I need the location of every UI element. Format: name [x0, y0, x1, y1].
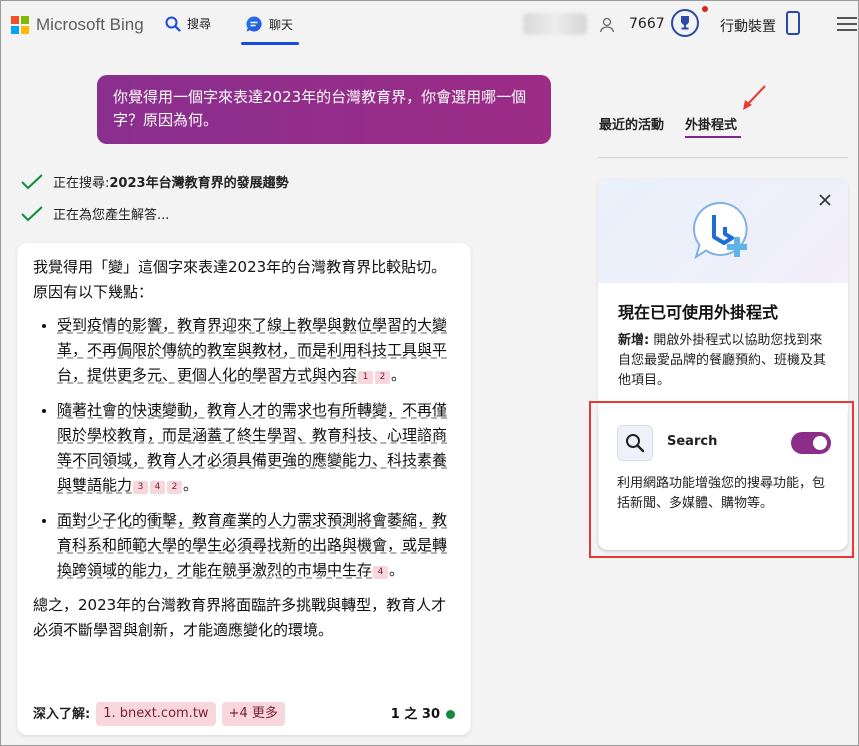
status-searching: 正在搜尋: 2023年台灣教育界的發展趨勢 — [21, 172, 289, 191]
chat-icon — [246, 16, 262, 32]
active-tab-underline — [241, 42, 299, 45]
learn-more-label: 深入了解: — [33, 706, 91, 722]
checkmark-icon — [21, 205, 43, 221]
response-counter-text: 1 之 30 — [390, 706, 440, 722]
tab-plugins-underline — [685, 136, 741, 138]
notification-dot — [702, 6, 708, 12]
answer-bullet-text[interactable]: 面對少子化的衝擊，教育產業的人力需求預測將會萎縮，教育科系和師範大學的學生必須尋… — [57, 511, 447, 579]
plugin-card-title: 現在已可使用外掛程式 — [618, 303, 779, 322]
close-icon[interactable] — [816, 191, 834, 209]
user-icon[interactable] — [599, 17, 615, 33]
user-message-bubble: 你覺得用一個字來表達2023年的台灣教育界，你會選用哪一個字？原因為何。 — [97, 75, 551, 144]
rewards-trophy-icon[interactable] — [671, 9, 699, 37]
citation-badge[interactable]: 3 — [133, 481, 149, 494]
red-highlight-annotation — [589, 401, 854, 558]
blurred-username — [523, 13, 587, 35]
nav-chat-label: 聊天 — [269, 17, 294, 32]
answer-intro: 我覺得用「變」這個字來表達2023年的台灣教育界比較貼切。原因有以下幾點： — [33, 258, 447, 301]
bing-plugin-icon — [693, 201, 748, 260]
citation-badge[interactable]: 4 — [150, 481, 166, 494]
phone-icon[interactable] — [786, 11, 800, 35]
citation-badge[interactable]: 1 — [358, 371, 374, 384]
bing-logo[interactable]: Microsoft Bing — [11, 15, 144, 35]
top-header: Microsoft Bing 搜尋 聊天 7667 行動裝置 — [1, 1, 858, 49]
mobile-link[interactable]: 行動裝置 — [720, 16, 776, 36]
hamburger-menu-icon[interactable] — [837, 17, 857, 35]
plugin-hero-banner — [598, 179, 848, 283]
more-sources-chip[interactable]: +4 更多 — [221, 702, 285, 726]
answer-bullet-list: 受到疫情的影響，教育界迎來了線上教學與數位學習的大變革，不再侷限於傳統的教室與教… — [33, 313, 455, 583]
citation-badge[interactable]: 2 — [375, 371, 391, 384]
answer-bullet-text[interactable]: 隨著社會的快速變動，教育人才的需求也有所轉變，不再僅限於學校教育，而是涵蓋了終生… — [57, 401, 447, 494]
source-link-chip[interactable]: 1. bnext.com.tw — [96, 702, 216, 726]
list-item: 隨著社會的快速變動，教育人才的需求也有所轉變，不再僅限於學校教育，而是涵蓋了終生… — [57, 398, 455, 498]
red-arrow-annotation-icon — [743, 85, 766, 110]
brand-name: Microsoft Bing — [36, 15, 144, 34]
answer-summary: 總之，2023年的台灣教育界將面臨許多挑戰與轉型，教育人才必須不斷學習與創新，才… — [33, 596, 447, 639]
response-counter: 1 之 30 — [391, 702, 455, 727]
citation-badge[interactable]: 2 — [167, 481, 183, 494]
citation-badge[interactable]: 4 — [373, 566, 389, 579]
search-icon — [165, 16, 181, 32]
nav-search-tab[interactable]: 搜尋 — [165, 15, 211, 32]
list-item: 面對少子化的衝擊，教育產業的人力需求預測將會萎縮，教育科系和師範大學的學生必須尋… — [57, 508, 455, 583]
tab-plugins[interactable]: 外掛程式 — [685, 114, 737, 133]
plugin-desc-text: 開啟外掛程式以協助您找到來自您最愛品牌的餐廳預約、班機及其他項目。 — [618, 333, 827, 388]
microsoft-logo-icon — [11, 16, 29, 34]
tab-recent-activity[interactable]: 最近的活動 — [599, 114, 664, 133]
nav-chat-tab[interactable]: 聊天 — [245, 15, 293, 33]
status-dot-icon — [446, 709, 455, 719]
answer-card: 我覺得用「變」這個字來表達2023年的台灣教育界比較貼切。原因有以下幾點： 受到… — [17, 243, 471, 735]
status-searching-prefix: 正在搜尋: — [53, 176, 110, 191]
plugin-card-description: 新增: 開啟外掛程式以協助您找到來自您最愛品牌的餐廳預約、班機及其他項目。 — [618, 331, 832, 391]
status-generating: 正在為您產生解答... — [21, 204, 169, 223]
list-item: 受到疫情的影響，教育界迎來了線上教學與數位學習的大變革，不再侷限於傳統的教室與教… — [57, 313, 455, 388]
plugin-desc-new-label: 新增: — [618, 333, 650, 348]
divider — [598, 157, 848, 158]
rewards-points[interactable]: 7667 — [629, 16, 665, 32]
learn-more-row: 深入了解: 1. bnext.com.tw +4 更多 1 之 30 — [33, 701, 455, 727]
status-search-query: 2023年台灣教育界的發展趨勢 — [109, 176, 289, 191]
nav-search-label: 搜尋 — [187, 17, 212, 31]
status-generating-text: 正在為您產生解答... — [53, 208, 170, 223]
checkmark-icon — [21, 173, 43, 189]
